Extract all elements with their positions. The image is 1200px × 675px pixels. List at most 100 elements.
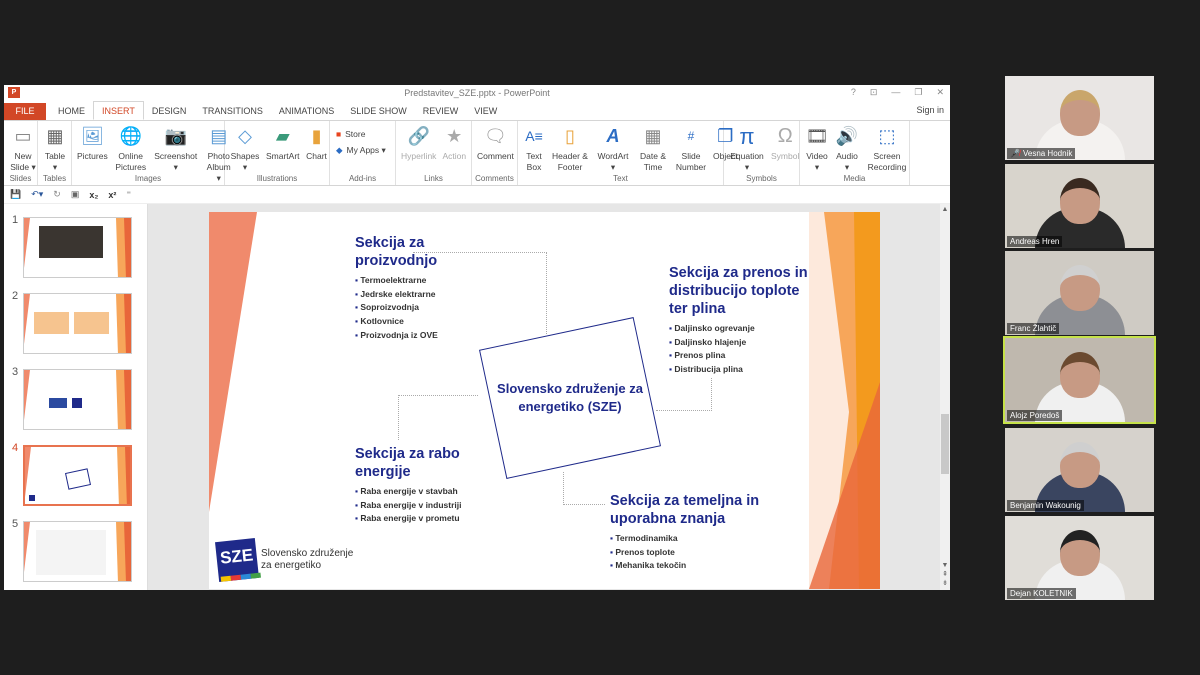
participant-face [1060, 90, 1100, 136]
section-item: Mehanika tekočin [610, 559, 760, 573]
wordart-icon: A [606, 125, 620, 146]
shapes-icon: ◇ [238, 125, 252, 146]
participant-video-tile[interactable]: Andreas Hren [1005, 164, 1154, 248]
chart-icon: ▮ [311, 125, 322, 146]
section-item: Daljinsko hlajenje [669, 336, 809, 350]
tab-file[interactable]: FILE [4, 103, 46, 120]
section-production: Sekcija za proizvodnjoTermoelektrarneJed… [355, 234, 505, 343]
section-item: Soproizvodnja [355, 301, 505, 315]
participant-video-tile[interactable]: 🎤̸ Vesna Hodnik [1005, 76, 1154, 160]
participant-face [1060, 178, 1100, 224]
section-energy-use: Sekcija za rabo energijeRaba energije v … [355, 445, 485, 526]
slide-thumbnail-number: 5 [12, 518, 19, 530]
slide-thumbnail[interactable] [23, 445, 132, 506]
hyperlink-icon: 🔗 [407, 125, 430, 146]
ribbon-display-button[interactable]: ⊡ [870, 87, 878, 98]
slide-4: Sekcija za proizvodnjoTermoelektrarneJed… [209, 212, 880, 589]
slide-editing-area: Sekcija za proizvodnjoTermoelektrarneJed… [148, 204, 940, 590]
powerpoint-window: P Predstavitev_SZE.pptx - PowerPoint ? ⊡… [4, 85, 950, 590]
section-item: Raba energije v stavbah [355, 485, 485, 499]
subscript-icon[interactable]: x₂ [89, 190, 98, 200]
section-item: Prenos plina [669, 349, 809, 363]
section-item: Termodinamika [610, 532, 760, 546]
window-title: Predstavitev_SZE.pptx - PowerPoint [404, 88, 550, 98]
title-bar: P Predstavitev_SZE.pptx - PowerPoint ? ⊡… [4, 85, 950, 101]
header-footer-icon: ▯ [565, 125, 575, 146]
section-item: Termoelektrarne [355, 274, 505, 288]
participant-video-tile[interactable]: Alojz Poredoš [1003, 336, 1156, 424]
redo-icon[interactable]: ↻ [53, 189, 61, 200]
film-icon: 🎞 [805, 125, 829, 146]
restore-button[interactable]: ❐ [914, 87, 922, 98]
slide-thumbnail[interactable] [23, 293, 132, 354]
participant-name-label: Benjamin Wakounig [1007, 500, 1084, 511]
close-button[interactable]: ✕ [936, 87, 944, 98]
tab-animations[interactable]: ANIMATIONS [271, 103, 342, 120]
star-icon: ★ [446, 125, 463, 146]
section-item: Raba energije v prometu [355, 512, 485, 526]
participant-video-tile[interactable]: Franc Žlahtič [1005, 251, 1154, 335]
my-apps-button[interactable]: ◆ My Apps ▾ [336, 145, 386, 156]
help-button[interactable]: ? [851, 87, 856, 98]
participant-name-label: 🎤̸ Vesna Hodnik [1007, 148, 1076, 159]
tab-design[interactable]: DESIGN [144, 103, 195, 120]
table-icon: ▦ [46, 125, 64, 146]
online-pictures-icon: 🌐 [119, 125, 142, 146]
slide-thumbnail[interactable] [23, 217, 132, 278]
comment-icon: 🗨 [484, 125, 507, 146]
participant-face [1060, 352, 1100, 398]
participant-name-label: Andreas Hren [1007, 236, 1063, 247]
ribbon: ▭ New Slide ▾ Slides ▦ Table ▾ Tables 🖼 Pictu… [4, 120, 950, 186]
participant-video-tile[interactable]: Dejan KOLETNIK [1005, 516, 1154, 600]
new-slide-icon: ▭ [14, 125, 32, 146]
muted-mic-icon: 🎤̸ [1010, 149, 1020, 158]
tab-transitions[interactable]: TRANSITIONS [194, 103, 271, 120]
participant-video-tile[interactable]: Benjamin Wakounig [1005, 428, 1154, 512]
tab-review[interactable]: REVIEW [415, 103, 467, 120]
tab-slide-show[interactable]: SLIDE SHOW [342, 103, 415, 120]
section-item: Daljinsko ogrevanje [669, 322, 809, 336]
section-item: Raba energije v industriji [355, 499, 485, 513]
calendar-icon: ▦ [644, 125, 662, 146]
speaker-icon: 🔊 [835, 125, 859, 146]
slide-thumbnail-pane: 1 2 3 4 5 [4, 204, 148, 590]
screen-recording-icon: ⬚ [878, 125, 896, 146]
superscript-icon[interactable]: x² [108, 190, 116, 200]
customize-qat-icon[interactable]: ⁼ [126, 189, 131, 200]
section-distribution: Sekcija za prenos in distribucijo toplot… [669, 264, 809, 377]
save-icon[interactable]: 💾 [10, 189, 21, 200]
participant-name-label: Dejan KOLETNIK [1007, 588, 1076, 599]
pi-icon: π [739, 123, 755, 149]
section-item: Jedrske elektrarne [355, 288, 505, 302]
sze-logo: SZE Slovensko združenje za energetiko [215, 538, 356, 582]
store-icon: ■ [336, 129, 342, 139]
store-button[interactable]: ■ Store [336, 129, 386, 139]
sign-in-link[interactable]: Sign in [916, 105, 944, 115]
pictures-icon: 🖼 [80, 125, 104, 146]
omega-icon: Ω [777, 124, 793, 147]
slide-thumbnail[interactable] [23, 369, 132, 430]
section-item: Proizvodnja iz OVE [355, 329, 505, 343]
slide-thumbnail-number: 2 [12, 290, 19, 302]
undo-icon[interactable]: ↶▾ [31, 189, 43, 200]
tab-home[interactable]: HOME [50, 103, 93, 120]
slide-number-icon: # [687, 128, 695, 143]
slide-thumbnail-number: 3 [12, 366, 19, 378]
section-item: Distribucija plina [669, 363, 809, 377]
participant-face [1060, 530, 1100, 576]
slide-thumbnail[interactable] [23, 521, 132, 582]
minimize-button[interactable]: — [891, 87, 900, 98]
section-item: Prenos toplote [610, 546, 760, 560]
participant-face [1060, 265, 1100, 311]
tab-insert[interactable]: INSERT [93, 101, 144, 120]
vertical-scrollbar[interactable]: ▲ ▼ ⇞ ⇟ [940, 204, 950, 590]
screenshot-icon: 📷 [164, 125, 187, 146]
ribbon-tabs: FILE HOME INSERT DESIGN TRANSITIONS ANIM… [4, 101, 950, 120]
tab-view[interactable]: VIEW [466, 103, 505, 120]
smartart-icon: ▰ [275, 125, 290, 146]
participant-face [1060, 442, 1100, 488]
presentation-icon[interactable]: ▣ [71, 189, 80, 200]
slide-thumbnail-number: 4 [12, 442, 19, 454]
slide-thumbnail-number: 1 [12, 214, 19, 226]
section-item: Kotlovnice [355, 315, 505, 329]
